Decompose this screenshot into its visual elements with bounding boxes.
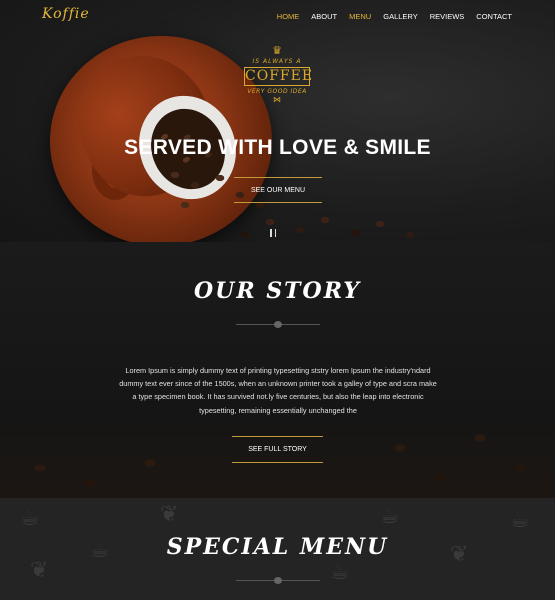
hero-title: SERVED WITH LOVE & SMILE [124, 136, 431, 159]
leaf-doodle-icon: ❦ [30, 558, 49, 583]
coffee-cup-doodle-icon: ☕ [20, 506, 40, 531]
coffee-cup-doodle-icon: ☕ [510, 508, 530, 533]
hero-section: Koffie HOME ABOUT MENU GALLERY REVIEWS C… [0, 0, 555, 242]
see-our-menu-button[interactable]: SEE OUR MENU [234, 177, 322, 203]
coffee-cup-doodle-icon: ☕ [330, 560, 350, 585]
main-nav: HOME ABOUT MENU GALLERY REVIEWS CONTACT [277, 12, 512, 21]
story-divider [236, 321, 320, 328]
nav-item-menu[interactable]: MENU [349, 12, 371, 21]
nav-item-about[interactable]: ABOUT [311, 12, 337, 21]
leaf-doodle-icon: ❦ [160, 502, 179, 527]
menu-title: SPECIAL MENU [166, 534, 389, 560]
badge-line1: IS ALWAYS A [252, 58, 302, 65]
coffee-cup-doodle-icon: ☕ [380, 504, 400, 529]
badge-line2: VERY GOOD IDEA [247, 88, 307, 95]
logo[interactable]: Koffie [42, 6, 90, 22]
coffee-badge: ♛ IS ALWAYS A COFFEE VERY GOOD IDEA ⋈ [240, 45, 314, 115]
story-text: Lorem Ipsum is simply dummy text of prin… [119, 366, 437, 415]
nav-item-reviews[interactable]: REVIEWS [430, 12, 465, 21]
nav-item-gallery[interactable]: GALLERY [383, 12, 417, 21]
special-menu-section: ☕ ☕ ❦ ☕ ❦ ☕ ❦ ☕ SPECIAL MENU [0, 498, 555, 600]
nav-item-home[interactable]: HOME [277, 12, 300, 21]
story-title: OUR STORY [193, 278, 362, 304]
menu-divider [236, 577, 320, 584]
badge-brand: COFFEE [244, 67, 314, 86]
slider-dot[interactable] [270, 229, 272, 237]
crown-icon: ♛ [272, 44, 282, 57]
slider-dot[interactable] [274, 229, 276, 237]
bow-tie-icon: ⋈ [273, 95, 281, 104]
story-section: OUR STORY Lorem Ipsum is simply dummy te… [0, 242, 555, 498]
nav-item-contact[interactable]: CONTACT [476, 12, 512, 21]
see-full-story-button[interactable]: SEE FULL STORY [232, 436, 323, 463]
slider-pagination [270, 229, 276, 237]
